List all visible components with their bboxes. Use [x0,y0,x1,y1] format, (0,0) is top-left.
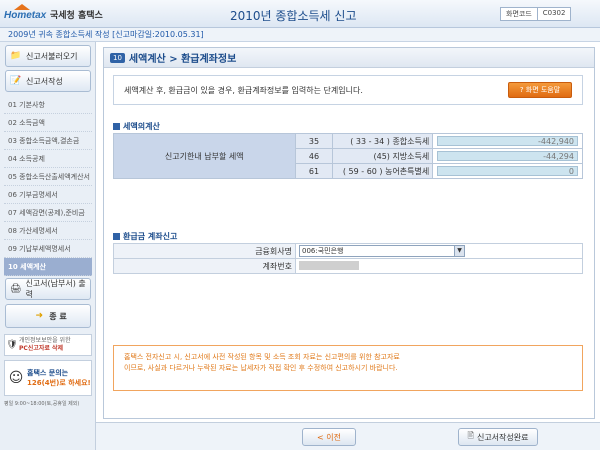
operator-icon: ☺ [8,370,24,386]
security-icon: 🛡 [6,340,18,350]
call-center-banner: ☺ 홈택스 문의는 126(4번)로 하세요! [4,360,92,396]
pc-notice-line1: 개인정보보안을 위한 [19,337,71,344]
pc-data-delete-button[interactable]: 🛡 개인정보보안을 위한 PC신고자료 삭제 [4,334,92,356]
row-number: 35 [294,133,334,149]
account-number-field[interactable] [299,260,359,270]
local-income-tax-value: -44,294 [437,151,578,161]
main-panel: 10 세액계산 > 환급계좌정보 세액계산 후, 환급금이 있을 경우, 환급계… [103,47,595,419]
sidebar: 📁 신고서불러오기 📝 신고서작성 01 기본사항 02 소득금액 03 종합소… [0,42,96,450]
sidebar-item-tax-reduction[interactable]: 07 세액감면(공제),준비금 [4,204,92,222]
row-number: 46 [294,148,334,164]
sidebar-item-total-income[interactable]: 03 종합소득금액,결손금 [4,132,92,150]
refund-account-table: 금융회사명 006:국민은행 ▼ 계좌번호 [113,243,583,274]
pc-notice-line2: PC신고자료 삭제 [19,345,64,352]
sidebar-item-prepaid-tax[interactable]: 09 기납부세액명세서 [4,240,92,258]
logo-brand: Hometax [4,10,47,21]
top-header: Hometax 국세청 홈택스 2010년 종합소득세 신고 화면코드 C030… [0,0,600,28]
folder-icon: 📁 [10,51,22,61]
section-tax-calculation-title: 세액의계산 [113,121,160,132]
hometax-logo[interactable]: Hometax 국세청 홈택스 [4,4,103,24]
printer-icon: 🖨 [10,284,22,294]
account-number-label: 계좌번호 [113,258,296,274]
section-tax-calculation-label: 세액의계산 [123,122,160,131]
page-title: 세액계산 > 환급계좌정보 [128,54,237,65]
load-return-button[interactable]: 📁 신고서불러오기 [5,45,91,67]
section-refund-account-title: 환급금 계좌신고 [113,231,177,242]
complete-return-button[interactable]: 🖹 신고서작성완료 [458,428,538,446]
sidebar-item-income-amount[interactable]: 02 소득금액 [4,114,92,132]
sidebar-item-additional-tax[interactable]: 08 가산세명세서 [4,222,92,240]
filing-period-bar: 2009년 귀속 종합소득세 작성 [신고마감일:2010.05.31] [0,28,600,42]
previous-button[interactable]: < 이전 [302,428,356,446]
logo-text: 국세청 홈택스 [50,10,103,21]
screen-help-button[interactable]: ? 화면 도움말 [508,82,572,98]
print-return-label: 신고서(납부서) 출력 [25,279,86,299]
print-return-button[interactable]: 🖨 신고서(납부서) 출력 [5,278,91,300]
section-bullet-icon [113,233,120,240]
call-line1: 홈택스 문의는 [27,369,69,377]
payable-tax-label: 신고기한내 납부할 세액 [113,133,296,179]
notice-line1: 홈택스 전자신고 시, 신고서에 사전 작성된 항목 및 소득 조회 자료는 신… [124,353,400,361]
section-bullet-icon [113,123,120,130]
exit-icon: ➜ [35,311,43,321]
load-return-label: 신고서불러오기 [26,51,78,61]
table-row: 신고기한내 납부할 세액 35 ( 33 - 34 ) 종합소득세 -442,9… [113,133,583,179]
section-refund-account-label: 환급금 계좌신고 [123,232,178,241]
complete-icon: 🖹 [467,431,474,440]
write-return-label: 신고서작성 [26,76,63,86]
hometax-logo-mark: Hometax [4,4,46,24]
document-icon: 📝 [10,76,22,86]
exit-label: 종 료 [49,311,67,321]
bank-label: 금융회사명 [113,243,296,259]
sidebar-item-basic-info[interactable]: 01 기본사항 [4,96,92,114]
table-row: 계좌번호 [113,258,583,274]
app-title: 2010년 종합소득세 신고 [230,9,357,23]
row-name: ( 59 - 60 ) 농어촌특별세 [332,163,434,179]
main-header: 10 세액계산 > 환급계좌정보 [104,48,594,68]
step-info-box: 세액계산 후, 환급금이 있을 경우, 환급계좌정보를 입력하는 단계입니다. … [113,75,583,105]
sidebar-item-tax-calculation-statement[interactable]: 05 종합소득산출세액계산서 [4,168,92,186]
sidebar-item-income-deduction[interactable]: 04 소득공제 [4,150,92,168]
complete-return-label: 신고서작성완료 [476,432,529,442]
bank-select[interactable]: 006:국민은행 ▼ [299,245,465,257]
sidebar-item-donation[interactable]: 06 기부금명세서 [4,186,92,204]
step-badge: 10 [110,52,125,63]
row-name: ( 33 - 34 ) 종합소득세 [332,133,434,149]
notice-line2: 이므로, 사실과 다르거나 누락된 자료는 납세자가 직접 확인 후 수정하여 … [124,364,398,372]
step-info-text: 세액계산 후, 환급금이 있을 경우, 환급계좌정보를 입력하는 단계입니다. [124,85,363,95]
write-return-button[interactable]: 📝 신고서작성 [5,70,91,92]
table-row: 금융회사명 006:국민은행 ▼ [113,243,583,259]
sidebar-item-tax-calculation[interactable]: 10 세액계산 [4,258,92,276]
rural-special-tax-value: 0 [437,166,578,176]
notice-box: 홈택스 전자신고 시, 신고서에 사전 작성된 항목 및 소득 조회 자료는 신… [113,345,583,391]
income-tax-value: -442,940 [437,136,578,146]
chevron-down-icon[interactable]: ▼ [454,246,464,256]
row-number: 61 [294,163,334,179]
row-name: (45) 지방소득세 [332,148,434,164]
screen-code: 화면코드 C0302 [500,7,572,21]
step-menu: 01 기본사항 02 소득금액 03 종합소득금액,결손금 04 소득공제 05… [4,96,92,276]
tax-calculation-table: 신고기한내 납부할 세액 35 ( 33 - 34 ) 종합소득세 -442,9… [113,133,583,179]
previous-label: < 이전 [317,432,341,442]
bank-selected-value: 006:국민은행 [302,247,344,255]
screen-code-label: 화면코드 [500,7,538,21]
screen-code-value: C0302 [537,7,572,21]
footer-bar: < 이전 🖹 신고서작성완료 [96,422,600,450]
call-hours: 평일 9:00~18:00(토,공휴일 제외) [4,401,80,407]
call-line2: 126(4번)로 하세요! [27,379,91,387]
exit-button[interactable]: ➜ 종 료 [5,304,91,328]
